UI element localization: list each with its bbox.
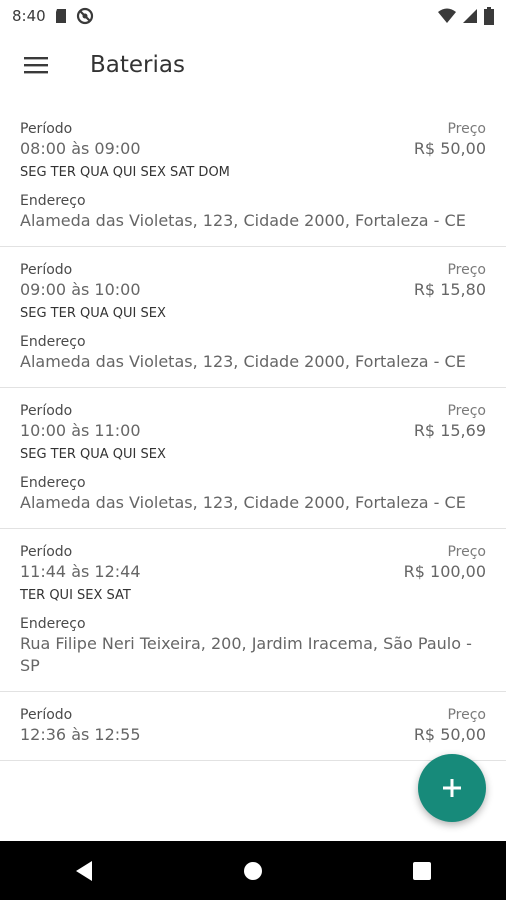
system-nav-bar <box>0 841 506 900</box>
home-circle-icon <box>243 861 262 880</box>
back-triangle-icon <box>76 860 93 881</box>
price-value: R$ 100,00 <box>403 562 486 581</box>
period-label: Período <box>20 544 73 560</box>
weekdays: SEG TER QUA QUI SEX <box>20 306 166 321</box>
list-item-top: Período 08:00 às 09:00 Preço R$ 50,00 <box>20 120 486 160</box>
price-label: Preço <box>447 544 486 560</box>
address-value: Alameda das Violetas, 123, Cidade 2000, … <box>20 493 466 512</box>
period-label: Período <box>20 707 73 723</box>
address-label: Endereço <box>20 193 86 209</box>
list-item-top: Período 09:00 às 10:00 Preço R$ 15,80 <box>20 261 486 301</box>
price-value: R$ 50,00 <box>413 139 486 158</box>
period-label: Período <box>20 403 73 419</box>
price-block: Preço R$ 50,00 <box>414 706 486 746</box>
period-value: 08:00 às 09:00 <box>20 139 141 158</box>
nav-back-button[interactable] <box>54 841 114 900</box>
price-block: Preço R$ 15,69 <box>414 402 486 442</box>
address-label: Endereço <box>20 334 86 350</box>
address-label: Endereço <box>20 475 86 491</box>
weekdays: SEG TER QUA QUI SEX SAT DOM <box>20 165 230 180</box>
list-item-top: Período 12:36 às 12:55 Preço R$ 50,00 <box>20 706 486 746</box>
signal-icon <box>463 9 477 23</box>
list-item[interactable]: Período 09:00 às 10:00 Preço R$ 15,80 SE… <box>0 247 506 388</box>
price-block: Preço R$ 15,80 <box>414 261 486 301</box>
weekdays: SEG TER QUA QUI SEX <box>20 447 166 462</box>
period-label: Período <box>20 121 73 137</box>
hamburger-menu-icon <box>24 57 48 74</box>
period-value: 09:00 às 10:00 <box>20 280 141 299</box>
price-label: Preço <box>447 707 486 723</box>
status-bar: 8:40 <box>0 0 506 32</box>
nav-recents-button[interactable] <box>392 841 452 900</box>
nav-home-button[interactable] <box>223 841 283 900</box>
period-value: 12:36 às 12:55 <box>20 725 141 744</box>
status-time: 8:40 <box>12 7 46 25</box>
address-value: Alameda das Violetas, 123, Cidade 2000, … <box>20 211 466 230</box>
period-block: Período 09:00 às 10:00 <box>20 261 141 301</box>
sd-card-icon <box>55 9 66 23</box>
period-value: 10:00 às 11:00 <box>20 421 141 440</box>
period-value: 11:44 às 12:44 <box>20 562 141 581</box>
recents-square-icon <box>412 861 431 880</box>
price-value: R$ 15,80 <box>413 280 486 299</box>
battery-icon <box>484 7 494 25</box>
period-block: Período 12:36 às 12:55 <box>20 706 141 746</box>
period-label: Período <box>20 262 73 278</box>
list-item-top: Período 10:00 às 11:00 Preço R$ 15,69 <box>20 402 486 442</box>
list-item-top: Período 11:44 às 12:44 Preço R$ 100,00 <box>20 543 486 583</box>
list-item[interactable]: Período 12:36 às 12:55 Preço R$ 50,00 <box>0 692 506 761</box>
price-label: Preço <box>447 403 486 419</box>
list-item[interactable]: Período 10:00 às 11:00 Preço R$ 15,69 SE… <box>0 388 506 529</box>
price-block: Preço R$ 50,00 <box>414 120 486 160</box>
battery-list: Período 08:00 às 09:00 Preço R$ 50,00 SE… <box>0 106 506 761</box>
status-right <box>438 7 494 25</box>
period-block: Período 11:44 às 12:44 <box>20 543 141 583</box>
add-battery-button[interactable] <box>418 754 486 822</box>
menu-button[interactable] <box>0 32 72 98</box>
no-disturb-icon <box>76 7 93 25</box>
price-block: Preço R$ 100,00 <box>404 543 486 583</box>
plus-icon <box>443 779 461 797</box>
list-item[interactable]: Período 08:00 às 09:00 Preço R$ 50,00 SE… <box>0 106 506 247</box>
address-label: Endereço <box>20 616 86 632</box>
price-label: Preço <box>447 121 486 137</box>
address-value: Alameda das Violetas, 123, Cidade 2000, … <box>20 352 466 371</box>
status-left: 8:40 <box>12 7 94 25</box>
page-title: Baterias <box>90 52 185 78</box>
price-value: R$ 50,00 <box>413 725 486 744</box>
period-block: Período 08:00 às 09:00 <box>20 120 141 160</box>
address-value: Rua Filipe Neri Teixeira, 200, Jardim Ir… <box>20 634 472 675</box>
price-label: Preço <box>447 262 486 278</box>
price-value: R$ 15,69 <box>413 421 486 440</box>
list-item[interactable]: Período 11:44 às 12:44 Preço R$ 100,00 T… <box>0 529 506 692</box>
weekdays: TER QUI SEX SAT <box>20 588 131 603</box>
app-bar: Baterias <box>0 32 506 98</box>
period-block: Período 10:00 às 11:00 <box>20 402 141 442</box>
wifi-icon <box>438 8 456 23</box>
